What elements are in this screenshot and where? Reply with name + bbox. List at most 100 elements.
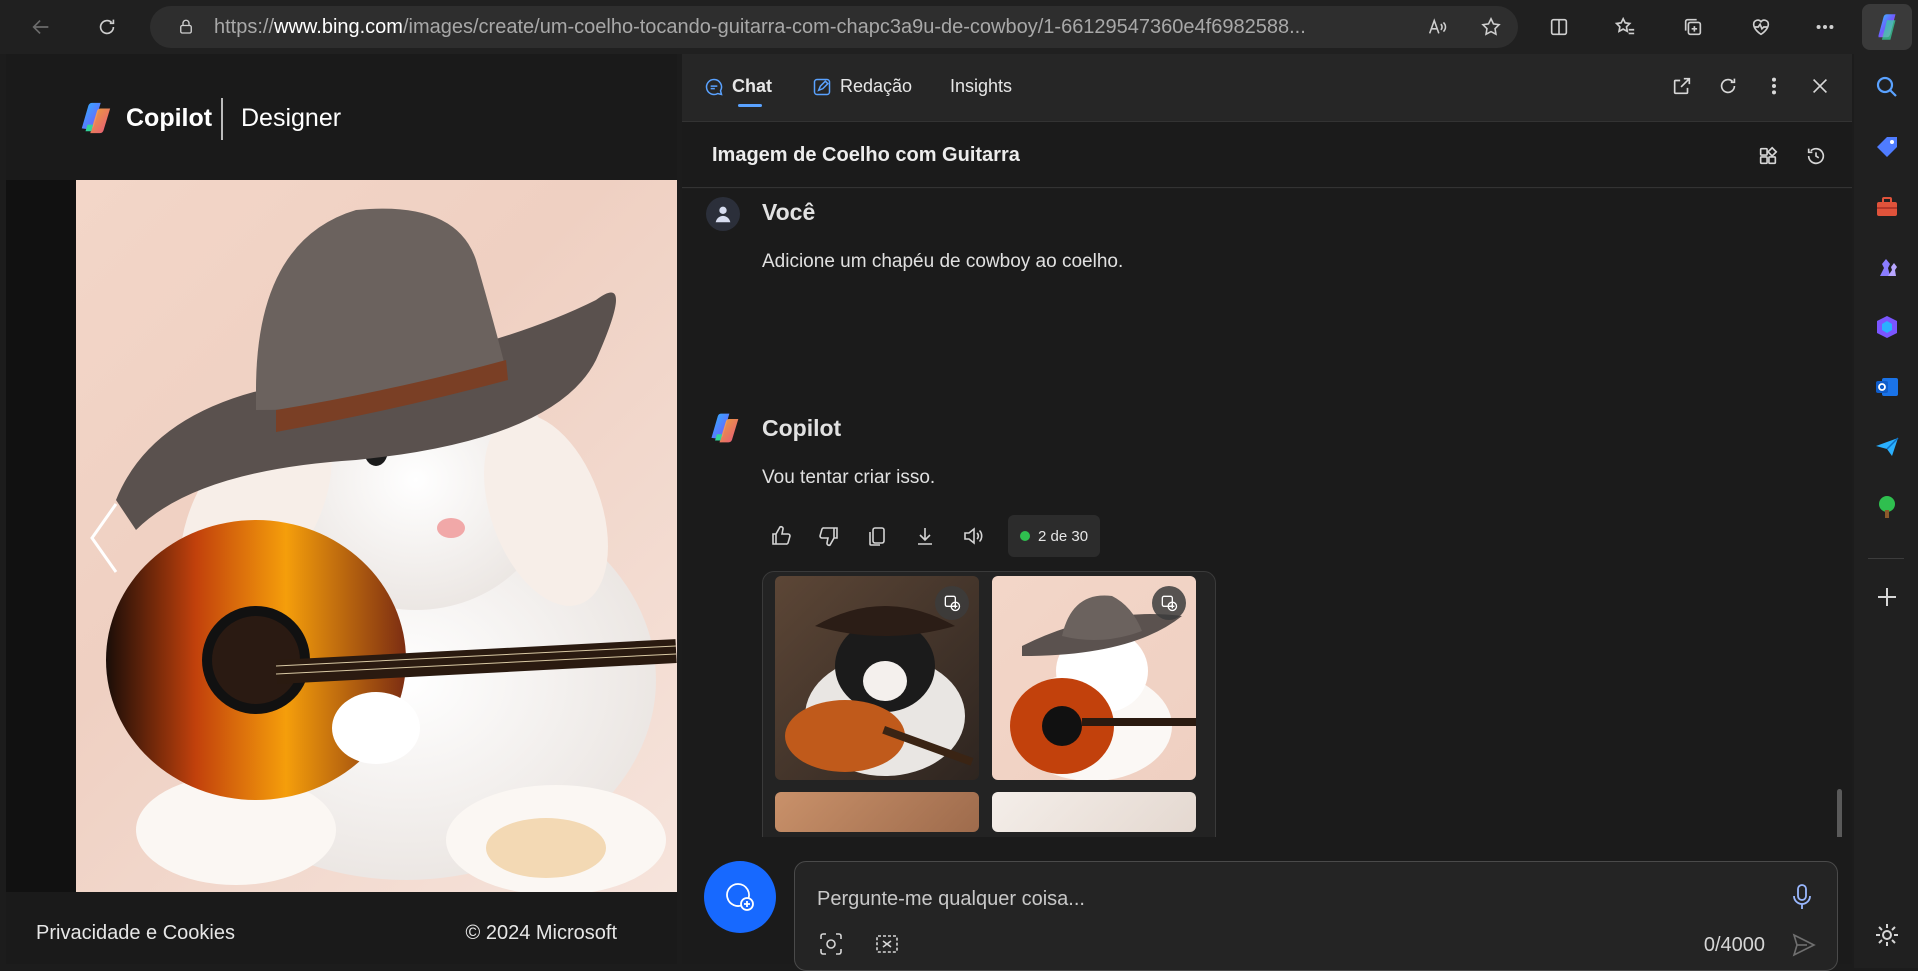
url-domain: www.bing.com: [274, 15, 403, 38]
dislike-button[interactable]: [816, 523, 842, 549]
chess-piece-icon: [1880, 259, 1897, 276]
split-screen-icon: [1550, 18, 1568, 36]
screenshot-button[interactable]: [873, 930, 901, 958]
rail-office-button[interactable]: [1874, 314, 1900, 340]
thumbs-up-icon: [772, 525, 791, 545]
edge-sidebar-rail: [1854, 54, 1918, 968]
rail-outlook-button[interactable]: [1874, 374, 1900, 400]
copilot-toolbar-button[interactable]: [1862, 4, 1912, 50]
gear-icon: [1876, 924, 1898, 946]
back-button[interactable]: [24, 10, 58, 44]
image-thumbnail[interactable]: [992, 792, 1196, 832]
rail-separator: [1868, 558, 1904, 559]
send-icon: [1792, 933, 1816, 957]
export-button[interactable]: [912, 523, 938, 549]
toolbox-icon: [1877, 197, 1897, 216]
status-dot: [1020, 531, 1030, 541]
tab-chat-label: Chat: [732, 76, 772, 96]
split-screen-button[interactable]: [1542, 10, 1576, 44]
rail-shopping-button[interactable]: [1874, 134, 1900, 160]
copilot-logo-icon: [1878, 14, 1896, 40]
copy-button[interactable]: [864, 523, 890, 549]
add-to-collection-button[interactable]: [935, 586, 969, 620]
copilot-brand: Copilot: [126, 104, 213, 132]
rail-settings-button[interactable]: [1874, 922, 1900, 948]
privacy-link[interactable]: Privacidade e Cookies: [36, 922, 235, 945]
rail-tools-button[interactable]: [1874, 194, 1900, 220]
image-viewer: [6, 180, 677, 892]
new-topic-icon: [726, 883, 754, 911]
image-thumbnail[interactable]: [992, 576, 1196, 780]
tab-chat[interactable]: Chat: [704, 76, 772, 97]
read-aloud-button[interactable]: [960, 523, 986, 549]
chat-bubble-icon: [705, 78, 723, 96]
address-bar[interactable]: https://www.bing.com/images/create/um-co…: [150, 6, 1518, 48]
sidebar-refresh-button[interactable]: [1716, 74, 1740, 98]
favorite-star-icon[interactable]: [1478, 14, 1504, 40]
add-to-collection-button[interactable]: [1152, 586, 1186, 620]
send-button[interactable]: [1789, 930, 1819, 960]
history-clock-icon: [1807, 147, 1825, 165]
copilot-avatar-icon: [711, 413, 739, 443]
tab-compose[interactable]: Redação: [812, 76, 912, 97]
screenshot-crop-icon: [876, 935, 898, 953]
refresh-button[interactable]: [90, 10, 124, 44]
thumbs-down-icon: [819, 527, 838, 547]
url-path: /images/create/um-coelho-tocando-guitarr…: [402, 15, 1306, 38]
rail-tree-button[interactable]: [1874, 494, 1900, 520]
brand-divider: [221, 98, 223, 140]
conversation-title: Imagem de Coelho com Guitarra: [712, 144, 1020, 166]
designer-footer: Privacidade e Cookies © 2024 Microsoft: [6, 892, 677, 964]
image-thumbnail[interactable]: [775, 792, 979, 832]
collections-button[interactable]: [1676, 10, 1710, 44]
generated-image[interactable]: [76, 180, 677, 892]
image-search-icon: [820, 933, 842, 955]
browser-toolbar: https://www.bing.com/images/create/um-co…: [0, 0, 1918, 54]
more-options-button[interactable]: [1808, 10, 1842, 44]
designer-header: Copilot Designer: [6, 54, 677, 180]
chat-scrollbar[interactable]: [1837, 789, 1842, 837]
rail-add-button[interactable]: [1874, 584, 1900, 610]
collections-icon: [1684, 18, 1702, 36]
download-icon: [918, 528, 932, 545]
paper-plane-icon: [1876, 437, 1899, 456]
image-results-grid: [762, 571, 1216, 837]
visual-search-button[interactable]: [817, 930, 845, 958]
favorites-icon: [1614, 16, 1635, 35]
user-icon: [715, 206, 731, 223]
rail-drop-button[interactable]: [1874, 434, 1900, 460]
plugins-button[interactable]: [1756, 144, 1780, 168]
chat-input[interactable]: [817, 888, 1717, 911]
new-topic-button[interactable]: [704, 861, 776, 933]
previous-image-button[interactable]: [84, 498, 124, 578]
image-thumbnail[interactable]: [775, 576, 979, 780]
turn-counter-badge: 2 de 30: [1008, 515, 1101, 557]
sidebar-more-button[interactable]: [1762, 74, 1786, 98]
plus-icon: [1878, 588, 1896, 606]
open-in-new-tab-button[interactable]: [1670, 74, 1694, 98]
message-actions: 2 de 30: [768, 515, 1101, 557]
microphone-button[interactable]: [1789, 882, 1815, 912]
rail-search-button[interactable]: [1874, 74, 1900, 100]
shopping-tag-icon: [1877, 137, 1897, 157]
rail-games-button[interactable]: [1874, 254, 1900, 280]
composer: 0/4000: [682, 837, 1852, 971]
user-avatar: [706, 197, 740, 231]
user-message: Adicione um chapéu de cowboy ao coelho.: [762, 251, 1124, 272]
arrow-left-icon: [32, 19, 49, 35]
read-aloud-icon[interactable]: [1424, 14, 1450, 40]
outlook-icon: [1876, 378, 1898, 396]
url-text[interactable]: https://www.bing.com/images/create/um-co…: [214, 16, 1374, 39]
browser-essentials-button[interactable]: [1744, 10, 1778, 44]
like-button[interactable]: [768, 523, 794, 549]
microphone-icon: [1793, 884, 1811, 909]
tab-compose-label: Redação: [840, 76, 913, 96]
history-button[interactable]: [1804, 144, 1828, 168]
search-icon: [1876, 76, 1897, 97]
chevron-left-icon: [90, 503, 118, 573]
tab-insights[interactable]: Insights: [950, 76, 1012, 97]
designer-label: Designer: [241, 104, 342, 132]
sidebar-close-button[interactable]: [1808, 74, 1832, 98]
tab-insights-label: Insights: [950, 76, 1013, 96]
favorites-button[interactable]: [1608, 10, 1642, 44]
